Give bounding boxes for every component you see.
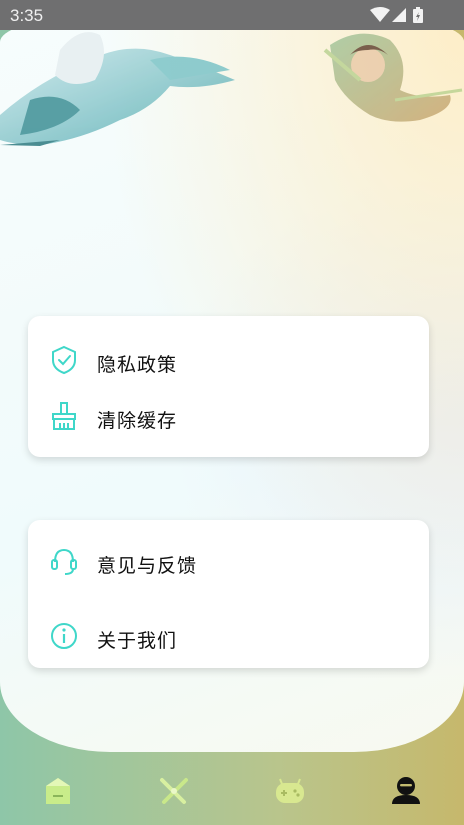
privacy-policy-label: 隐私政策 (97, 354, 178, 376)
about-us-item[interactable]: 关于我们 (28, 617, 429, 657)
left-character-illustration (0, 32, 235, 146)
banner-artwork (0, 32, 463, 146)
settings-card-2: 意见与反馈 关于我们 (28, 520, 429, 668)
about-us-label: 关于我们 (97, 630, 178, 652)
right-character-illustration (323, 33, 463, 122)
home-icon (46, 778, 70, 804)
signal-icon (392, 8, 406, 22)
status-bar: 3:35 (0, 0, 464, 30)
tab-games[interactable] (270, 774, 310, 808)
status-icons (370, 6, 430, 28)
info-icon (50, 621, 78, 651)
feedback-label: 意见与反馈 (97, 555, 198, 577)
broom-icon (50, 401, 78, 431)
tab-home[interactable] (38, 774, 78, 808)
bottom-tab-bar (0, 760, 464, 825)
crossed-swords-icon (160, 778, 188, 804)
battery-icon (413, 7, 423, 23)
tab-battle[interactable] (154, 774, 194, 808)
clear-cache-label: 清除缓存 (97, 410, 178, 432)
headset-icon (50, 546, 78, 576)
gamepad-icon (276, 778, 304, 803)
privacy-policy-item[interactable]: 隐私政策 (28, 341, 429, 381)
tab-profile[interactable] (386, 774, 426, 808)
status-time: 3:35 (10, 6, 44, 25)
feedback-item[interactable]: 意见与反馈 (28, 542, 429, 582)
profile-icon (392, 777, 420, 804)
settings-card-1: 隐私政策 清除缓存 (28, 316, 429, 457)
shield-check-icon (50, 345, 78, 375)
clear-cache-item[interactable]: 清除缓存 (28, 397, 429, 437)
wifi-icon (370, 7, 390, 22)
